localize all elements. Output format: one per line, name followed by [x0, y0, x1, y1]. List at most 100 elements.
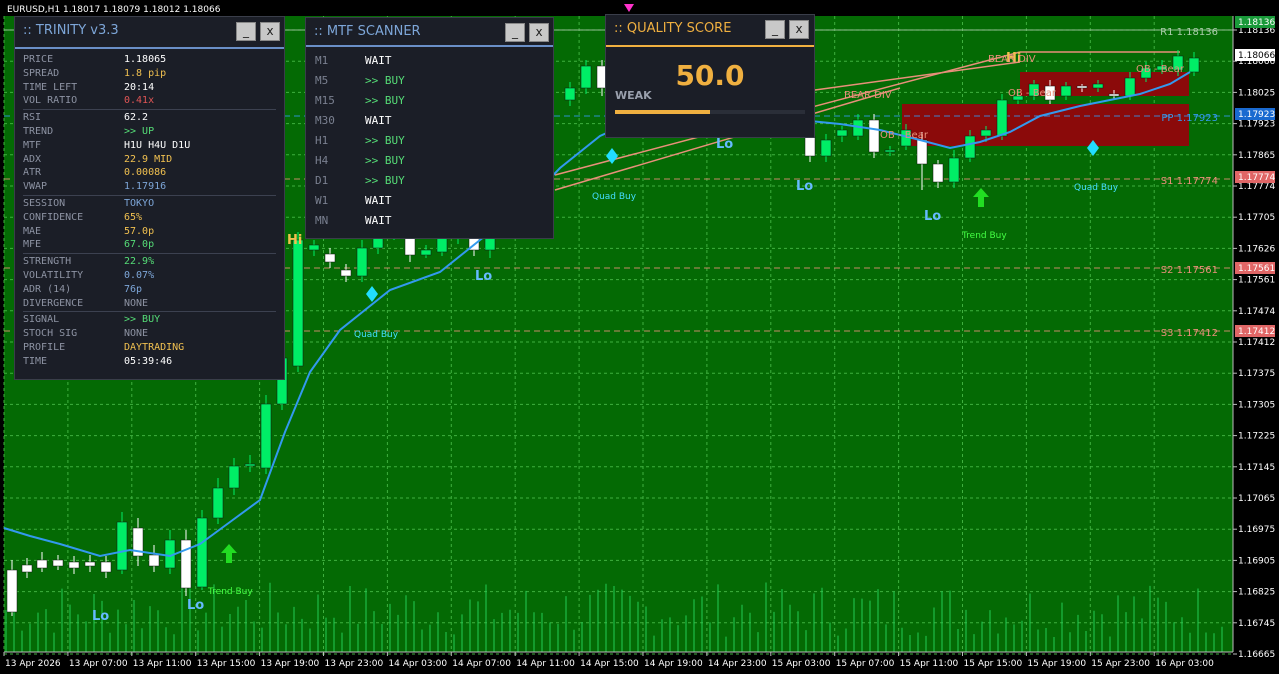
row-key: ADR (14)	[23, 283, 72, 295]
title-separator	[15, 47, 284, 49]
candle-body	[260, 403, 272, 469]
minimize-button[interactable]: _	[505, 23, 525, 42]
row-key: PROFILE	[23, 342, 66, 353]
section-divider	[23, 109, 276, 111]
minimize-button[interactable]: _	[765, 20, 785, 39]
level-label: R1 1.18136	[1160, 27, 1218, 38]
trend-buy-label: Trend Buy	[207, 587, 253, 597]
price-tag: 1.17923	[1235, 108, 1275, 120]
title-separator	[306, 45, 553, 47]
time-label: 13 Apr 07:00	[69, 659, 128, 669]
row-value: >> BUY	[124, 314, 161, 326]
time-label: 13 Apr 15:00	[197, 659, 256, 669]
lo-label: Lo	[716, 137, 733, 152]
price-label: 1.16745	[1238, 619, 1275, 629]
quality-score-panel[interactable]: :: QUALITY SCORE _ x 50.0 WEAK	[605, 14, 815, 138]
row-key: SIGNAL	[23, 314, 60, 326]
timeframe-signal: >> BUY	[365, 74, 405, 87]
quality-score-value: 50.0	[675, 59, 745, 92]
timeframe-label: H1	[315, 134, 329, 147]
price-tag: 1.17774	[1235, 171, 1275, 183]
close-button[interactable]: x	[789, 20, 809, 39]
trinity-panel[interactable]: :: TRINITY v3.3 _ x PRICE 1.18065 SPREAD 1.…	[14, 16, 285, 380]
row-key: MAE	[23, 225, 42, 237]
trinity-row: SPREAD 1.8 pip	[23, 67, 276, 81]
candle-body	[116, 521, 128, 571]
trinity-row: VOLATILITY 0.07%	[23, 269, 276, 283]
ob-bear-label: OB - Bear	[1008, 88, 1057, 99]
candle-body	[980, 129, 992, 137]
row-value: H1U H4U D1U	[124, 139, 191, 151]
price-label: 1.16825	[1238, 588, 1275, 598]
lo-label: Lo	[187, 598, 204, 613]
level-label: S3 1.17412	[1161, 328, 1218, 339]
level-label: PP 1.17923	[1161, 113, 1218, 124]
timeframe-signal: >> BUY	[365, 134, 405, 147]
row-key: VOL RATIO	[23, 95, 78, 107]
trinity-row: SIGNAL >> BUY	[23, 313, 276, 327]
candle-body	[68, 561, 80, 569]
candle-body	[868, 119, 880, 153]
quad-buy-label: Quad Buy	[354, 330, 399, 340]
candle-body	[52, 559, 64, 567]
trinity-row: TREND >> UP	[23, 125, 276, 139]
time-label: 14 Apr 23:00	[708, 659, 767, 669]
row-key: SESSION	[23, 198, 66, 209]
candle-body	[804, 135, 816, 157]
row-key: VOLATILITY	[23, 270, 84, 281]
row-key: ADX	[23, 153, 42, 165]
trinity-row: TIME 05:39:46	[23, 355, 276, 369]
bearish-candle	[868, 114, 880, 158]
mtf-scanner-panel[interactable]: :: MTF SCANNER _ x M1 WAIT M5 >> BUY M15 >> B…	[305, 17, 554, 239]
timeframe-signal: WAIT	[365, 54, 392, 67]
row-key: SPREAD	[23, 67, 60, 79]
time-label: 15 Apr 03:00	[772, 659, 831, 669]
time-label: 16 Apr 03:00	[1155, 659, 1214, 669]
candle-body	[324, 253, 336, 263]
timeframe-label: M30	[315, 114, 335, 127]
price-tag: 1.18066	[1235, 49, 1275, 61]
candle-body	[244, 463, 256, 467]
trinity-row: PROFILE DAYTRADING	[23, 341, 276, 355]
row-key: VWAP	[23, 181, 48, 193]
candle-body	[1188, 57, 1200, 73]
time-label: 13 Apr 2026	[5, 659, 61, 669]
candle-body	[1124, 77, 1136, 97]
row-value: 1.18065	[124, 54, 167, 65]
time-label: 13 Apr 19:00	[261, 659, 320, 669]
close-button[interactable]: x	[529, 23, 549, 42]
minimize-button[interactable]: _	[236, 22, 256, 41]
timeframe-signal: >> BUY	[365, 174, 405, 187]
trinity-row: CONFIDENCE 65%	[23, 211, 276, 225]
close-button[interactable]: x	[260, 22, 280, 41]
row-value: 67.0p	[124, 239, 155, 251]
price-label: 1.17145	[1238, 463, 1275, 473]
timeframe-signal: WAIT	[365, 194, 392, 207]
candle-body	[836, 129, 848, 137]
candle-body	[996, 99, 1008, 137]
lo-label: Lo	[924, 209, 941, 224]
candle-body	[356, 247, 368, 277]
lo-label: Lo	[475, 269, 492, 284]
row-value: >> UP	[124, 126, 155, 137]
quality-bar-fill	[615, 110, 710, 114]
row-value: 05:39:46	[124, 355, 173, 367]
price-label: 1.16975	[1238, 525, 1275, 535]
quad-buy-label: Quad Buy	[592, 192, 637, 202]
trinity-row: ADR (14) 76p	[23, 283, 276, 297]
row-value: 0.07%	[124, 270, 155, 281]
candle-body	[916, 139, 928, 165]
price-tag-text: 1.18136	[1238, 18, 1275, 28]
trinity-row: PRICE 1.18065	[23, 53, 276, 67]
price-tag: 1.17561	[1235, 262, 1275, 274]
candle-body	[1092, 83, 1104, 89]
candle-body	[420, 249, 432, 256]
time-label: 15 Apr 15:00	[964, 659, 1023, 669]
quality-title: :: QUALITY SCORE	[614, 21, 732, 36]
candle-body	[580, 65, 592, 89]
time-label: 14 Apr 15:00	[580, 659, 639, 669]
row-key: DIVERGENCE	[23, 297, 84, 309]
ob-bear-zone	[902, 104, 1189, 146]
row-key: RSI	[23, 112, 42, 124]
symbol-header: EURUSD,H1 1.18017 1.18079 1.18012 1.1806…	[7, 5, 221, 15]
